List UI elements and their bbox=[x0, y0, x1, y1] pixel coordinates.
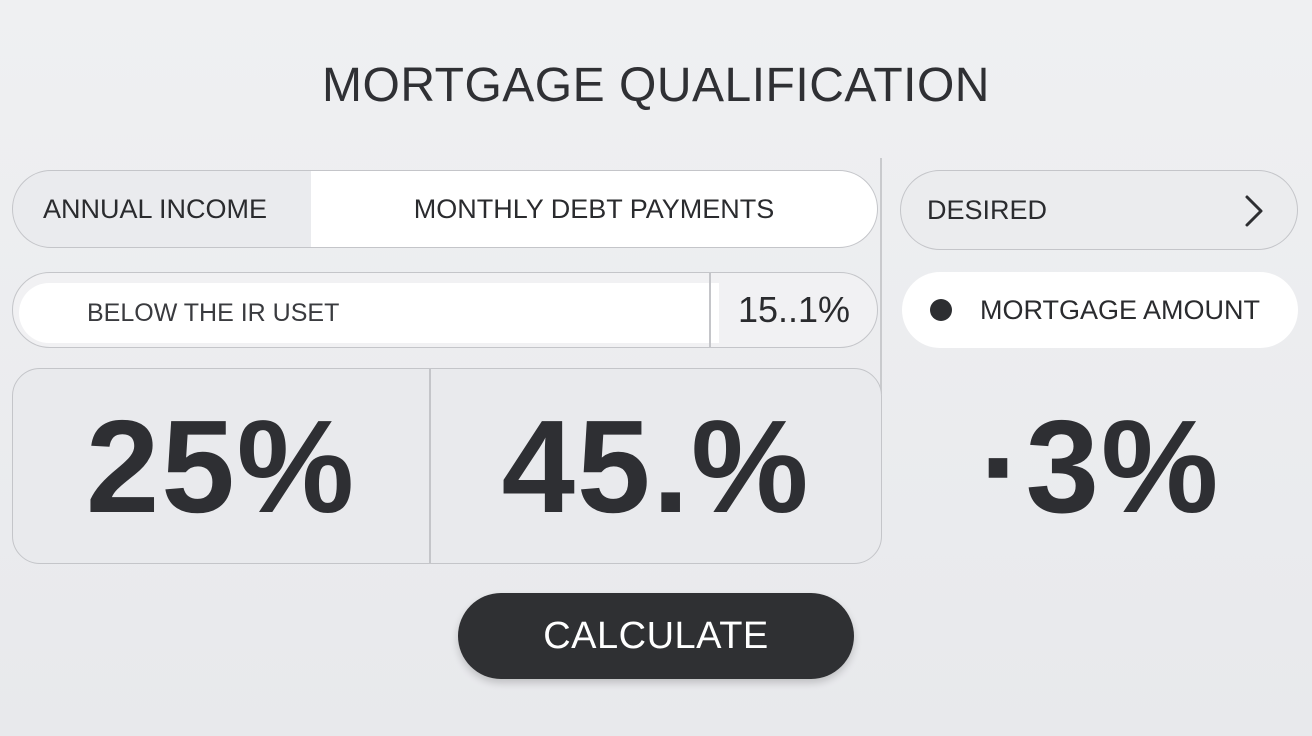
stat-third: ·3% bbox=[979, 392, 1221, 540]
threshold-input-field[interactable]: BELOW THE IR USET bbox=[19, 283, 719, 343]
page-title: MORTGAGE QUALIFICATION bbox=[322, 59, 990, 112]
monthly-debt-option[interactable]: MONTHLY DEBT PAYMENTS bbox=[311, 171, 877, 247]
stats-card: 25% 45.% bbox=[12, 368, 882, 564]
threshold-input[interactable]: BELOW THE IR USET 15..1% bbox=[12, 272, 878, 348]
annual-income-option[interactable]: ANNUAL INCOME bbox=[13, 171, 311, 247]
stat-first: 25% bbox=[85, 392, 357, 540]
desired-label: DESIRED bbox=[927, 194, 1048, 225]
mortgage-amount-radio[interactable]: MORTGAGE AMOUNT bbox=[902, 272, 1298, 348]
radio-selected-icon bbox=[930, 299, 952, 321]
income-debt-toggle[interactable]: ANNUAL INCOME MONTHLY DEBT PAYMENTS bbox=[12, 170, 878, 248]
calculate-button[interactable]: CALCULATE bbox=[458, 593, 854, 679]
threshold-percent: 15..1% bbox=[737, 289, 851, 330]
desired-dropdown[interactable]: DESIRED bbox=[900, 170, 1298, 250]
mortgage-amount-label: MORTGAGE AMOUNT bbox=[980, 294, 1261, 325]
chevron-right-icon bbox=[1245, 195, 1263, 227]
column-divider bbox=[880, 158, 882, 394]
stat-second: 45.% bbox=[501, 392, 811, 540]
